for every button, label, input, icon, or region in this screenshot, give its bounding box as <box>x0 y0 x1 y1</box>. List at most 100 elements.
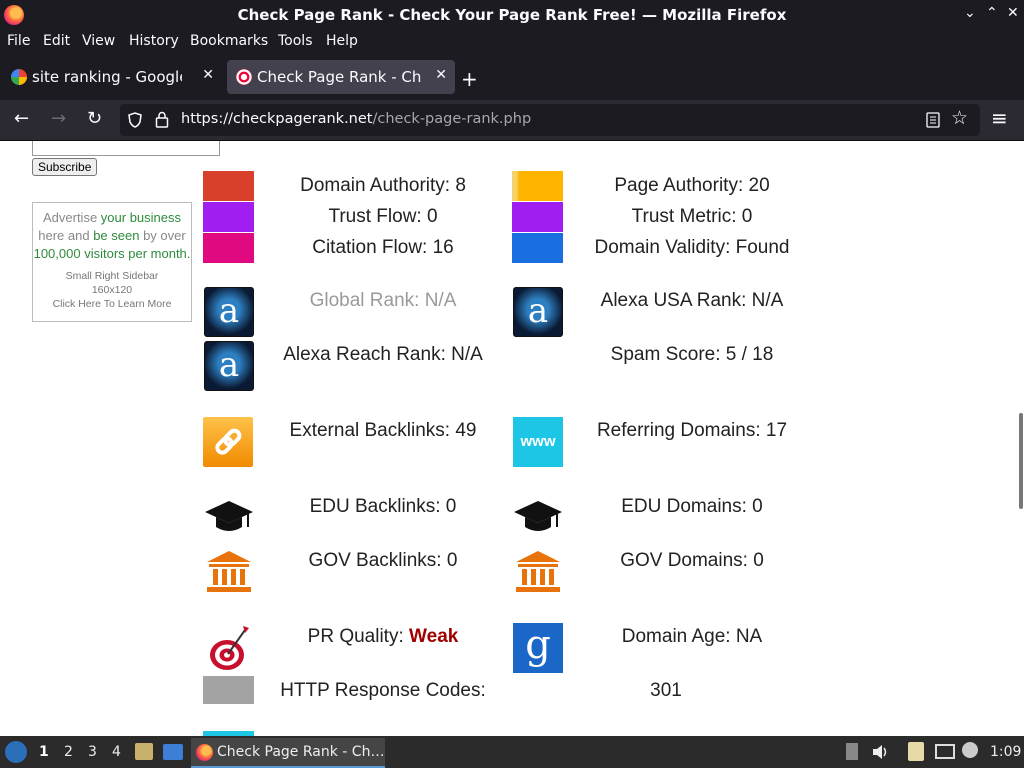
menu-tools[interactable]: Tools <box>278 33 313 49</box>
trust-metric-swatch <box>512 202 563 232</box>
gov-domains: GOV Domains: 0 <box>620 550 764 571</box>
scrollbar-thumb[interactable] <box>1019 413 1023 509</box>
title-bar: Check Page Rank - Check Your Page Rank F… <box>0 0 1024 30</box>
url-text[interactable]: https://checkpagerank.net/check-page-ran… <box>181 111 531 127</box>
bookmark-star-icon[interactable]: ☆ <box>951 107 968 129</box>
ad-line-4: Small Right Sidebar <box>65 270 159 282</box>
ad-line-6: Click Here To Learn More <box>52 298 172 310</box>
graduation-cap-icon <box>205 501 253 531</box>
lock-icon[interactable] <box>155 111 169 128</box>
forward-button[interactable]: → <box>51 108 66 129</box>
graduation-cap-icon <box>514 501 562 531</box>
workspace-3[interactable]: 3 <box>88 744 97 760</box>
http-response-value: 301 <box>650 680 682 701</box>
task-label: Check Page Rank - Ch… <box>217 744 385 760</box>
shield-icon[interactable] <box>128 112 142 128</box>
domain-validity-swatch <box>512 233 563 263</box>
close-tab-icon[interactable]: ✕ <box>435 67 447 83</box>
menu-bookmarks[interactable]: Bookmarks <box>190 33 268 49</box>
trust-flow-swatch <box>203 202 254 232</box>
referring-domains: Referring Domains: 17 <box>596 420 788 441</box>
tray-updates-icon[interactable] <box>846 743 858 760</box>
notification-icon[interactable] <box>962 742 978 758</box>
tab-check-page-rank[interactable]: Check Page Rank - Check ✕ <box>227 60 455 94</box>
tab-strip: site ranking - Google Sea ✕ Check Page R… <box>0 54 1024 100</box>
alexa-reach-rank: Alexa Reach Rank: N/A <box>283 344 483 365</box>
clock: 1:09 <box>990 744 1022 760</box>
volume-icon[interactable] <box>872 744 890 760</box>
menu-history[interactable]: History <box>129 33 179 49</box>
taskbar: 1 2 3 4 Check Page Rank - Ch… 1:09 <box>0 736 1024 768</box>
target-dart-icon <box>210 626 249 670</box>
pr-quality-value: Weak <box>409 626 459 647</box>
domain-age: Domain Age: NA <box>621 626 763 647</box>
url-bar[interactable]: https://checkpagerank.net/check-page-ran… <box>120 104 980 136</box>
tab-label: Check Page Rank - Check <box>257 68 422 86</box>
ad-line-1: Advertise your business <box>42 210 182 225</box>
domain-validity: Domain Validity: Found <box>594 237 790 258</box>
app-menu-button[interactable]: ≡ <box>991 106 1008 130</box>
close-tab-icon[interactable]: ✕ <box>202 67 214 83</box>
spam-score: Spam Score: 5 / 18 <box>610 344 774 365</box>
subscribe-button[interactable]: Subscribe <box>32 158 98 176</box>
citation-flow: Citation Flow: 16 <box>312 237 454 258</box>
sidebar-ad[interactable]: Advertise your business here and be seen… <box>32 202 192 322</box>
citation-flow-swatch <box>203 233 254 263</box>
menu-file[interactable]: File <box>7 33 30 49</box>
alexa-icon: a <box>513 287 563 337</box>
page-content: Subscribe Advertise your business here a… <box>0 141 1024 736</box>
menu-bar: File Edit View History Bookmarks Tools H… <box>0 30 1024 54</box>
maximize-button[interactable]: ⌃ <box>986 5 998 21</box>
tab-label: site ranking - Google Sea <box>32 68 182 86</box>
menu-edit[interactable]: Edit <box>43 33 70 49</box>
domain-authority-swatch <box>203 171 254 201</box>
desktop-icon[interactable] <box>163 744 183 760</box>
subscribe-email-input[interactable] <box>32 141 220 156</box>
close-window-button[interactable]: ✕ <box>1007 5 1019 21</box>
clipboard-icon[interactable] <box>908 742 924 761</box>
ad-line-3: 100,000 visitors per month. <box>33 246 191 261</box>
network-icon[interactable] <box>935 744 955 759</box>
workspace-2[interactable]: 2 <box>64 744 73 760</box>
ad-line-5: 160x120 <box>91 284 133 296</box>
gov-backlinks: GOV Backlinks: 0 <box>308 550 458 571</box>
ad-line-2: here and be seen by over <box>38 228 186 243</box>
workspace-4[interactable]: 4 <box>112 744 121 760</box>
trust-metric: Trust Metric: 0 <box>631 206 753 227</box>
file-manager-icon[interactable] <box>135 743 153 760</box>
window-title: Check Page Rank - Check Your Page Rank F… <box>237 6 787 24</box>
global-rank: Global Rank: N/A <box>309 290 457 311</box>
google-icon <box>11 69 27 85</box>
external-backlinks: External Backlinks: 49 <box>289 420 477 441</box>
tab-google-search[interactable]: site ranking - Google Sea ✕ <box>2 60 222 94</box>
domain-authority: Domain Authority: 8 <box>300 175 466 196</box>
taskbar-firefox-task[interactable]: Check Page Rank - Ch… <box>191 738 385 768</box>
alexa-icon: a <box>204 341 254 391</box>
page-authority-swatch <box>512 171 563 201</box>
back-button[interactable]: ← <box>14 108 29 129</box>
alexa-usa-rank: Alexa USA Rank: N/A <box>600 290 784 311</box>
new-tab-button[interactable]: + <box>461 67 478 91</box>
workspace-1[interactable]: 1 <box>39 744 49 760</box>
http-response-label: HTTP Response Codes: <box>280 680 486 701</box>
minimize-button[interactable]: ⌄ <box>964 5 976 21</box>
pr-quality: PR Quality: Weak <box>307 626 459 647</box>
menu-view[interactable]: View <box>82 33 115 49</box>
start-menu-icon[interactable] <box>5 741 27 763</box>
reader-view-icon[interactable] <box>926 112 940 128</box>
google-g-icon: g <box>513 623 563 673</box>
http-response-swatch <box>203 676 254 704</box>
navigation-bar: ← → ↻ https://checkpagerank.net/check-pa… <box>0 100 1024 141</box>
www-icon: www <box>513 417 563 467</box>
trust-flow: Trust Flow: 0 <box>328 206 438 227</box>
edu-domains: EDU Domains: 0 <box>621 496 763 517</box>
target-icon <box>236 69 252 85</box>
page-authority: Page Authority: 20 <box>614 175 770 196</box>
government-building-icon <box>516 551 560 592</box>
chain-link-icon <box>203 417 253 467</box>
edu-backlinks: EDU Backlinks: 0 <box>309 496 457 517</box>
menu-help[interactable]: Help <box>326 33 358 49</box>
government-building-icon <box>207 551 251 592</box>
reload-button[interactable]: ↻ <box>87 108 102 129</box>
firefox-icon <box>196 744 213 761</box>
